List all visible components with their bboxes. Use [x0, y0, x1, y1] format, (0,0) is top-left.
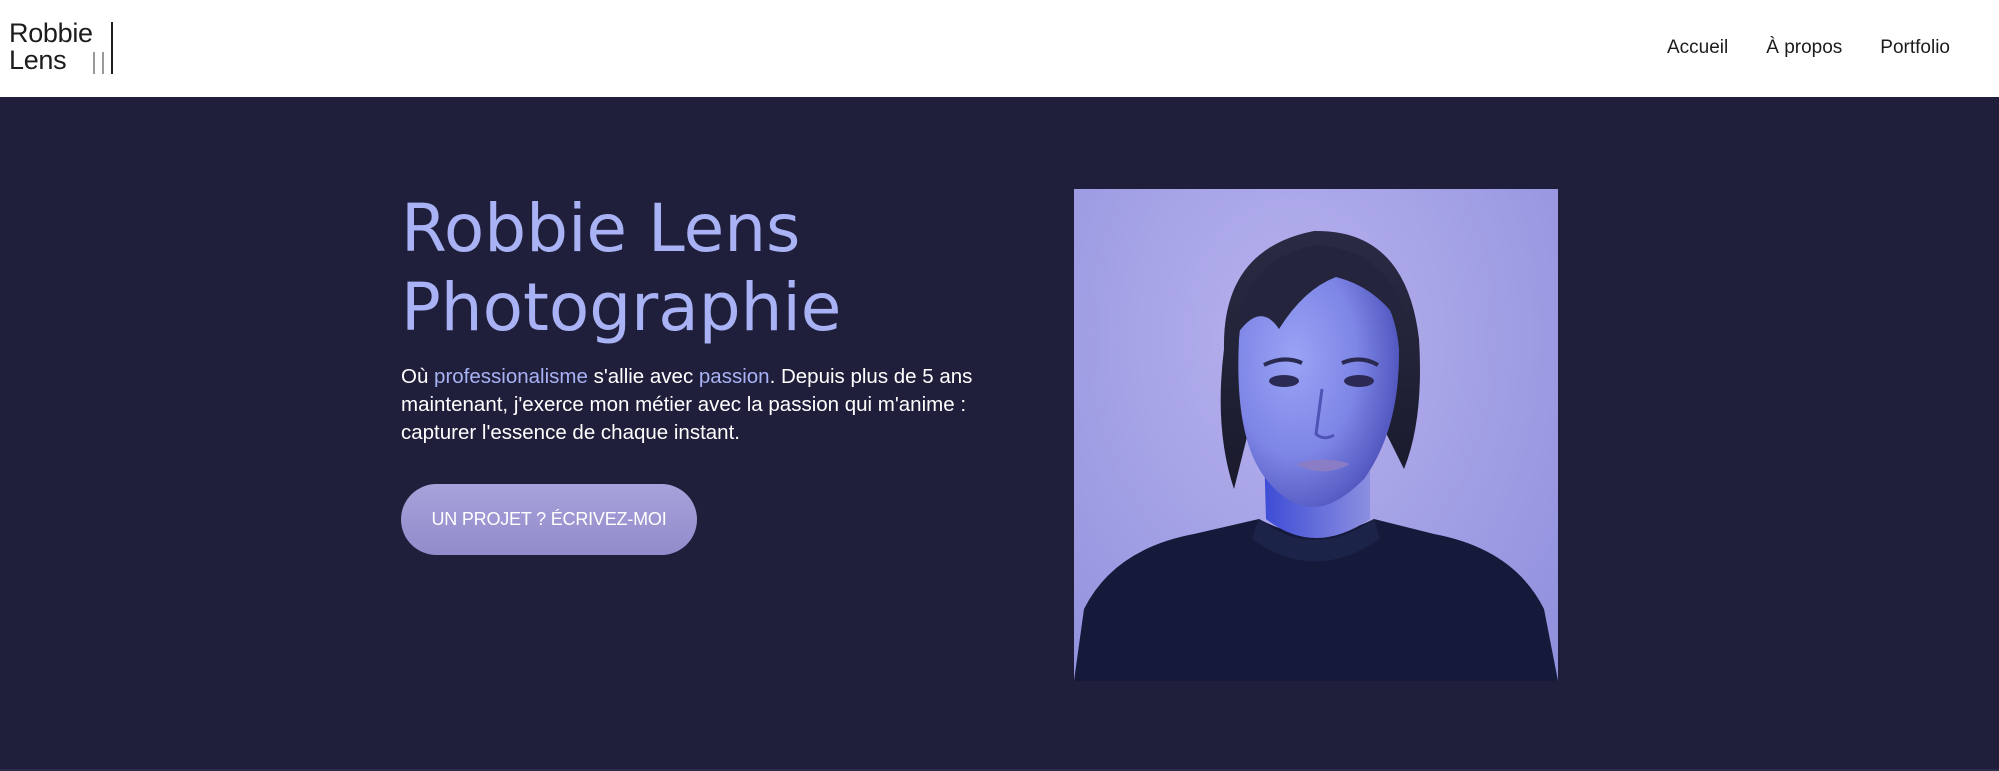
nav-link-accueil[interactable]: Accueil	[1667, 34, 1728, 62]
hero-text-part2: s'allie avec	[587, 365, 699, 388]
hero-text-highlight-passion: passion	[698, 365, 770, 388]
nav-link-a-propos[interactable]: À propos	[1766, 34, 1842, 62]
contact-cta-button[interactable]: UN PROJET ? ÉCRIVEZ-MOI	[401, 484, 697, 555]
hero-description: Où professionalisme s'allie avec passion…	[401, 363, 981, 447]
hero-text-highlight-professionalisme: professionalisme	[434, 365, 588, 388]
hero-title-line1: Robbie Lens	[401, 190, 801, 267]
logo-bars-icon	[81, 22, 117, 74]
portrait-photo	[1074, 189, 1558, 681]
hero-section: Robbie Lens Photographie Où professional…	[0, 97, 1999, 771]
nav-link-portfolio[interactable]: Portfolio	[1880, 34, 1950, 62]
logo[interactable]: Robbie Lens	[9, 20, 113, 76]
main-nav: Accueil À propos Portfolio	[1667, 34, 1950, 62]
hero-title: Robbie Lens Photographie	[401, 189, 841, 347]
site-header: Robbie Lens Accueil À propos Portfolio	[0, 0, 1999, 97]
hero-title-line2: Photographie	[401, 269, 842, 346]
logo-text-line2: Lens	[9, 45, 67, 75]
hero-text-part1: Où	[401, 365, 435, 388]
